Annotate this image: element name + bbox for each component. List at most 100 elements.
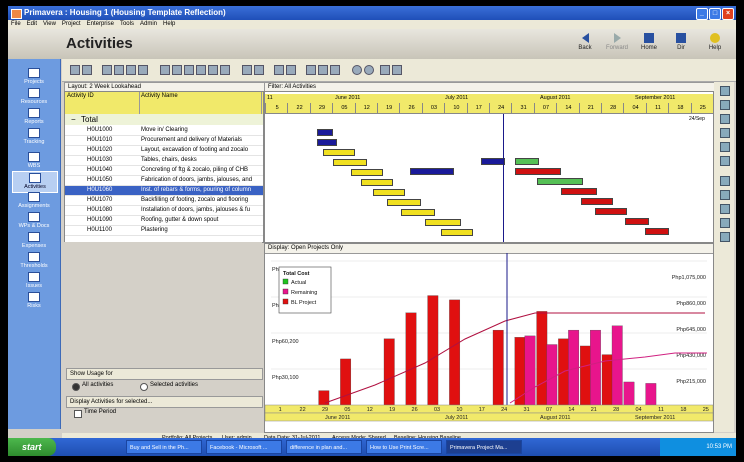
schedule-icon[interactable] [220,65,230,75]
gantt-bar[interactable] [351,169,383,176]
table-row[interactable]: H0U1000 Move in/ Clearing [65,126,263,136]
roles-assign-icon[interactable] [720,204,730,214]
back-button[interactable]: Back [570,32,600,58]
gantt-bar[interactable] [515,168,561,175]
table-row[interactable]: H0U1060 Inst. of rebars & forms, pouring … [65,186,263,196]
forward-button[interactable]: Forward [602,32,632,58]
copy-icon[interactable] [720,128,730,138]
col-activity-name[interactable]: Activity Name [139,92,262,116]
layout-icon[interactable] [160,65,170,75]
sidebar-item-tracking[interactable]: Tracking [12,127,56,147]
table-row[interactable]: H0U1090 Roofing, gutter & down spout [65,216,263,226]
gantt-bar[interactable] [361,179,393,186]
table-row[interactable]: H0U1040 Concreting of ftg & zocalo, pilin… [65,166,263,176]
profile-icon[interactable] [208,65,218,75]
collapse-icon[interactable]: − [71,114,76,125]
gantt-bar[interactable] [595,208,627,215]
gantt-bar[interactable] [625,218,649,225]
gantt-chart[interactable]: 11 June 2011 July 2011 August 2011 September… [264,91,714,243]
print-preview-icon[interactable] [82,65,92,75]
spell-check-icon[interactable] [318,65,328,75]
menu-edit[interactable]: Edit [24,20,40,29]
print-icon[interactable] [70,65,80,75]
table-row[interactable]: H0U1030 Tables, chairs, desks [65,156,263,166]
table-row[interactable]: H0U1010 Procurement and delivery of Mater… [65,136,263,146]
table-row[interactable]: H0U1080 Installation of doors, jambs, jal… [65,206,263,216]
menu-tools[interactable]: Tools [117,20,137,29]
task-facebook[interactable]: Facebook - Microsoft ... [206,440,282,454]
gantt-bar[interactable] [317,129,333,136]
task-primavera[interactable]: Primavera Project Ma... [446,440,522,454]
add-icon[interactable] [720,86,730,96]
menu-project[interactable]: Project [59,20,84,29]
gantt-bar[interactable] [481,158,505,165]
group-sort-icon[interactable] [126,65,136,75]
dir-button[interactable]: Dir [666,32,696,58]
sidebar-item-issues[interactable]: Issues [12,271,56,291]
gantt-bar[interactable] [441,229,473,236]
sidebar-item-thresholds[interactable]: Thresholds [12,251,56,271]
level-icon[interactable] [242,65,252,75]
gantt-bar[interactable] [515,158,539,165]
table-row[interactable]: H0U1020 Layout, excavation of footing and… [65,146,263,156]
paste-icon[interactable] [720,142,730,152]
col-activity-id[interactable]: Activity ID [65,92,140,116]
sidebar-item-wps-docs[interactable]: WPs & Docs [12,211,56,231]
resources-assign-icon[interactable] [720,190,730,200]
timescale-icon[interactable] [392,65,402,75]
sidebar-item-assignments[interactable]: Assignments [12,191,56,211]
menu-enterprise[interactable]: Enterprise [84,20,117,29]
menu-admin[interactable]: Admin [137,20,160,29]
gantt-bar[interactable] [561,188,597,195]
gantt-bar[interactable] [387,199,421,206]
sidebar-item-wbs[interactable]: WBS [12,151,56,171]
gantt-bar[interactable] [537,178,583,185]
gantt-bar[interactable] [373,189,405,196]
cut-icon[interactable] [720,114,730,124]
gantt-bar[interactable] [581,198,613,205]
selected-activities-radio[interactable] [140,383,148,391]
sidebar-item-activities[interactable]: Activities [12,171,58,193]
globe-icon[interactable] [306,65,316,75]
table-row[interactable]: H0U1050 Fabrication of doors, jambs, jalo… [65,176,263,186]
gantt-bar[interactable] [401,209,435,216]
menu-file[interactable]: File [8,20,24,29]
gantt-bar[interactable] [323,149,355,156]
zoom-in-icon[interactable] [352,65,362,75]
link-icon[interactable] [720,156,730,166]
zoom-out-icon[interactable] [364,65,374,75]
note-icon[interactable] [330,65,340,75]
maximize-button[interactable]: □ [709,8,721,20]
gantt-bar[interactable] [333,159,367,166]
sidebar-item-resources[interactable]: Resources [12,87,56,107]
task-buy-sell[interactable]: Buy and Sell in the Ph... [126,440,202,454]
store-period-icon[interactable] [254,65,264,75]
gantt-icon[interactable] [172,65,182,75]
details-icon[interactable] [196,65,206,75]
gantt-bar[interactable] [425,219,461,226]
home-button[interactable]: Home [634,32,664,58]
scroll-to-bar-icon[interactable] [380,65,390,75]
close-button[interactable]: × [722,8,734,20]
bars-icon[interactable] [138,65,148,75]
gantt-bar[interactable] [410,168,454,175]
table-row[interactable]: H0U1100 Plastering [65,226,263,236]
menu-help[interactable]: Help [160,20,178,29]
expand-icon[interactable] [274,65,284,75]
total-row[interactable]: − Total [65,114,263,125]
sidebar-item-risks[interactable]: Risks [12,291,56,311]
sidebar-item-expenses[interactable]: Expenses [12,231,56,251]
start-button[interactable]: start [8,438,56,456]
doc-assign-icon[interactable] [720,218,730,228]
sidebar-item-reports[interactable]: Reports [12,107,56,127]
filter-icon[interactable] [114,65,124,75]
assign-icon[interactable] [720,176,730,186]
delete-icon[interactable] [720,100,730,110]
task-print-screen[interactable]: How to Use Print Scre... [366,440,442,454]
table-row[interactable]: H0U1070 Backfilling of footing, zocalo an… [65,196,263,206]
task-difference[interactable]: difference in plan and... [286,440,362,454]
expense-assign-icon[interactable] [720,232,730,242]
sidebar-item-projects[interactable]: Projects [12,67,56,87]
gantt-bar[interactable] [317,139,337,146]
columns-icon[interactable] [102,65,112,75]
